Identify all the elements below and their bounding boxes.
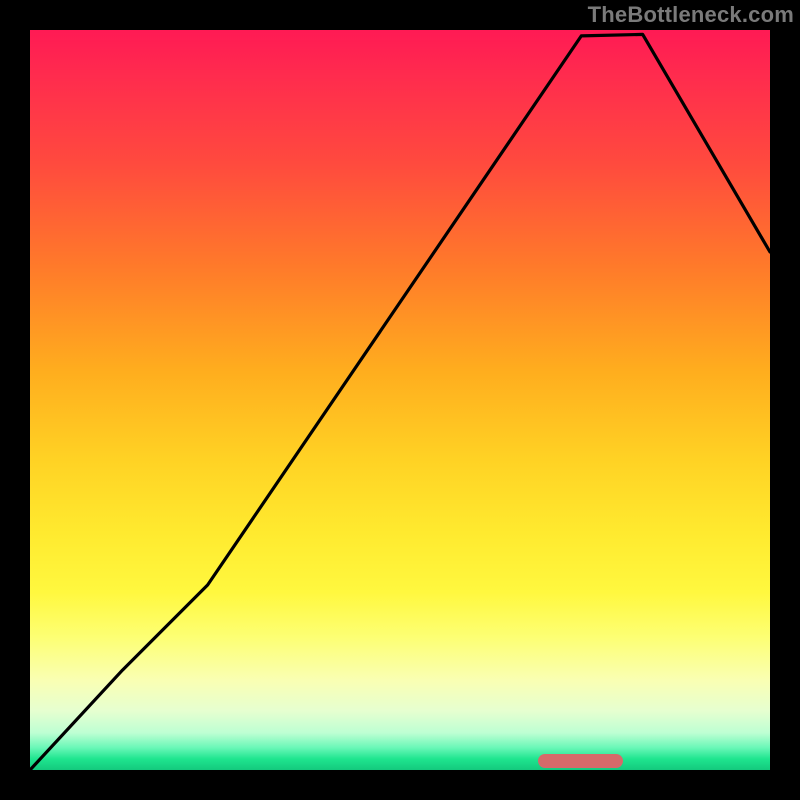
curve-layer	[30, 30, 770, 770]
plot-area	[30, 30, 770, 770]
highlight-marker	[538, 754, 623, 768]
bottleneck-curve	[30, 34, 770, 770]
chart-frame: TheBottleneck.com	[0, 0, 800, 800]
watermark-text: TheBottleneck.com	[588, 2, 794, 28]
